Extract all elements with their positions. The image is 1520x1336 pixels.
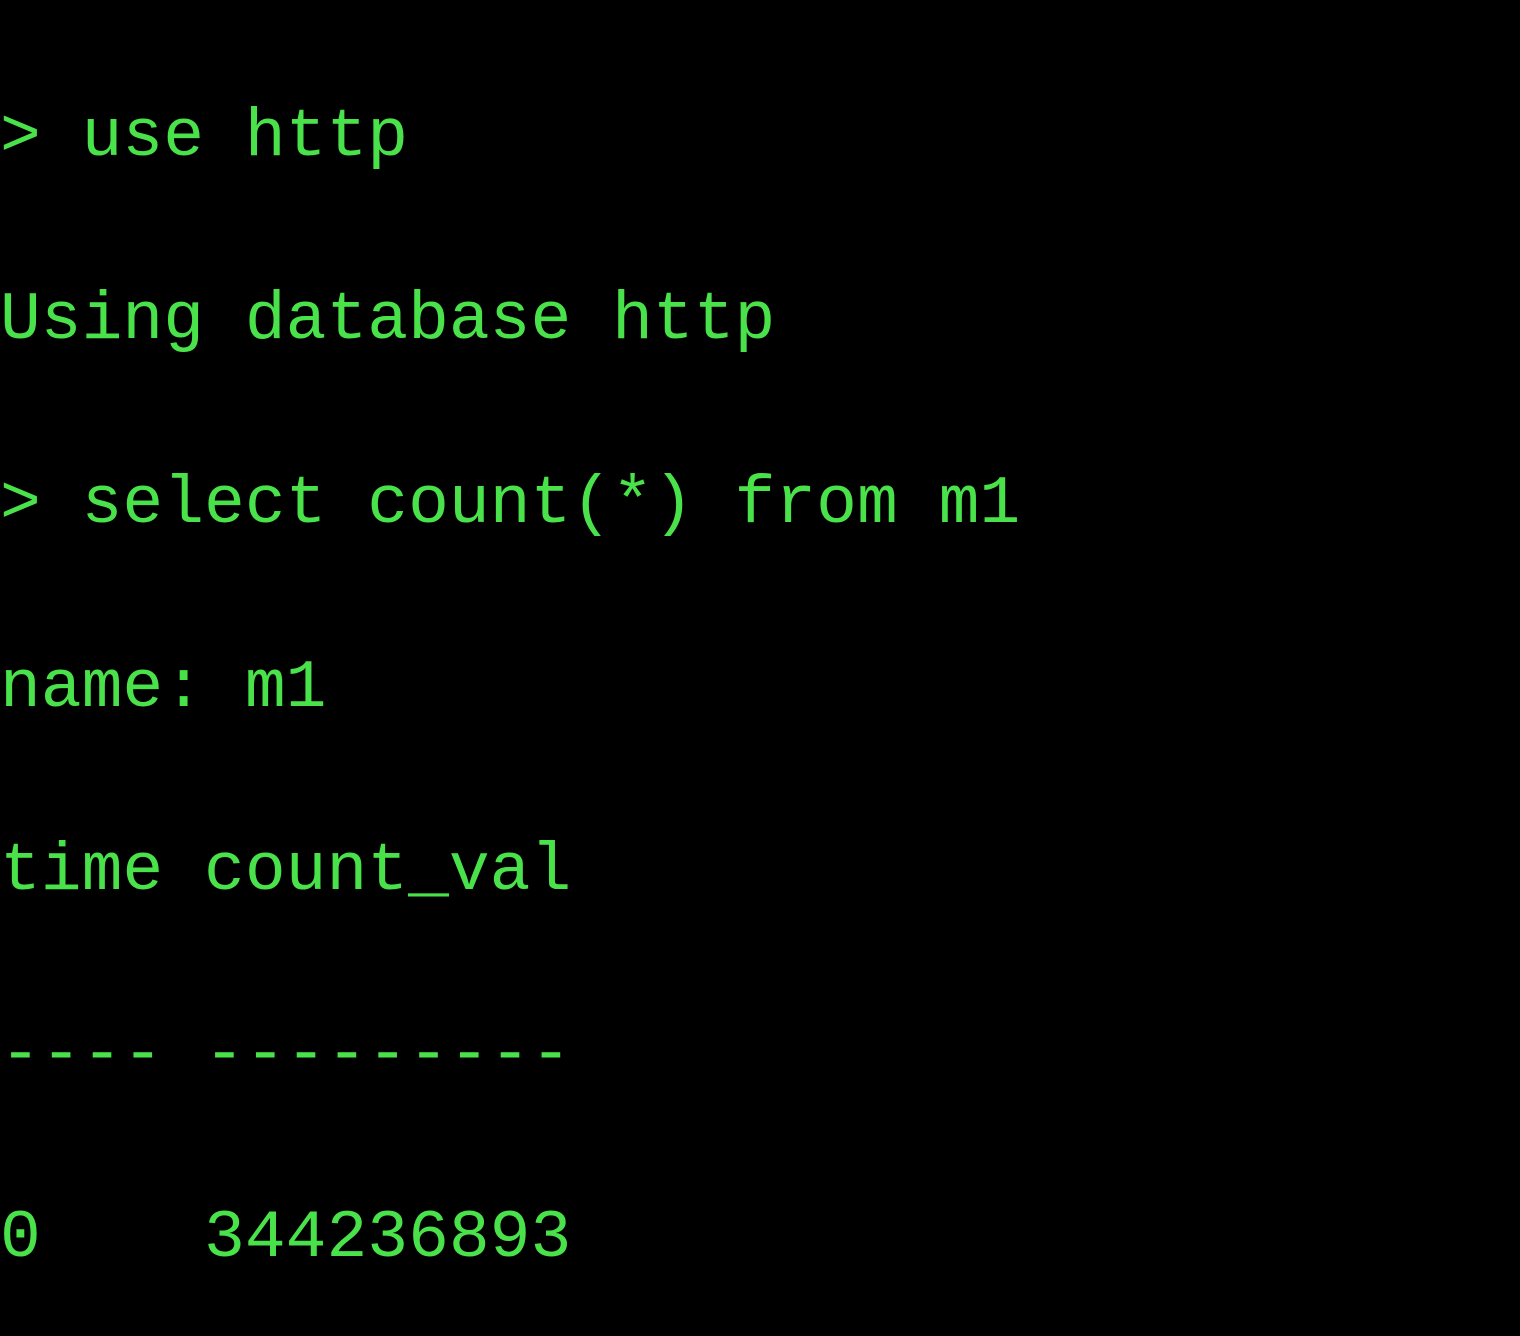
command-text: use http xyxy=(82,99,408,176)
result-headers-line: time count_val xyxy=(0,826,1520,918)
command-text: select count(*) from m1 xyxy=(82,466,1021,543)
command-line-2: > select count(*) from m1 xyxy=(0,459,1520,551)
result-data-row: 0 344236893 xyxy=(0,1193,1520,1285)
prompt: > xyxy=(0,99,82,176)
terminal-output[interactable]: > use http Using database http > select … xyxy=(0,0,1520,1336)
prompt: > xyxy=(0,466,82,543)
response-line-1: Using database http xyxy=(0,275,1520,367)
result-divider-line: ---- --------- xyxy=(0,1010,1520,1102)
result-name-line: name: m1 xyxy=(0,643,1520,735)
command-line-1: > use http xyxy=(0,92,1520,184)
